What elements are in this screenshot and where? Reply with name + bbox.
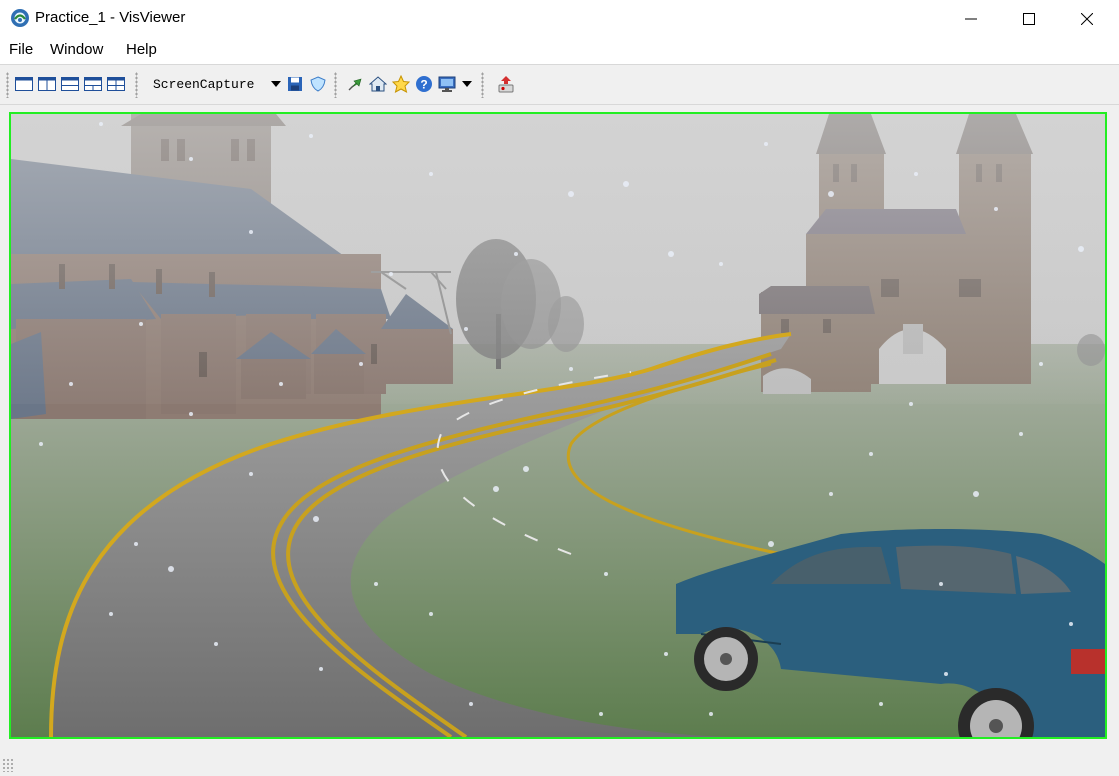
pin-icon[interactable] (345, 74, 365, 94)
close-button[interactable] (1058, 0, 1116, 38)
toolbar-grip[interactable] (6, 72, 9, 98)
render-viewport[interactable] (9, 112, 1107, 739)
monitor-icon[interactable] (437, 74, 457, 94)
home-icon[interactable] (368, 74, 388, 94)
screen-capture-select[interactable]: ScreenCapture (153, 77, 254, 92)
resize-grip[interactable] (2, 758, 14, 772)
help-icon[interactable]: ? (414, 74, 434, 94)
layout-three-split-icon[interactable] (83, 74, 103, 94)
layout-single-icon[interactable] (14, 74, 34, 94)
layout-quad-split-icon[interactable] (106, 74, 126, 94)
menu-window[interactable]: Window (50, 41, 103, 58)
status-bar (0, 742, 1119, 776)
maximize-button[interactable] (1000, 0, 1058, 38)
menu-bar: File Window Help (0, 38, 1119, 64)
menu-help[interactable]: Help (126, 41, 157, 58)
shield-icon[interactable] (308, 74, 328, 94)
app-icon (10, 8, 30, 28)
toolbar: ScreenCapture ? (0, 64, 1119, 105)
layout-vertical-split-icon[interactable] (37, 74, 57, 94)
save-icon[interactable] (285, 74, 305, 94)
layout-horizontal-split-icon[interactable] (60, 74, 80, 94)
minimize-button[interactable] (942, 0, 1000, 38)
scene-render (11, 114, 1105, 737)
toolbar-grip[interactable] (135, 72, 138, 98)
dropdown-arrow-icon[interactable] (457, 74, 477, 94)
toolbar-grip[interactable] (481, 72, 484, 98)
menu-file[interactable]: File (9, 41, 33, 58)
star-icon[interactable] (391, 74, 411, 94)
svg-text:?: ? (420, 78, 427, 92)
record-icon[interactable] (496, 74, 516, 94)
dropdown-arrow-icon[interactable] (266, 74, 286, 94)
title-bar: Practice_1 - VisViewer (0, 0, 1119, 38)
toolbar-grip[interactable] (334, 72, 337, 98)
window-title: Practice_1 - VisViewer (35, 9, 186, 26)
